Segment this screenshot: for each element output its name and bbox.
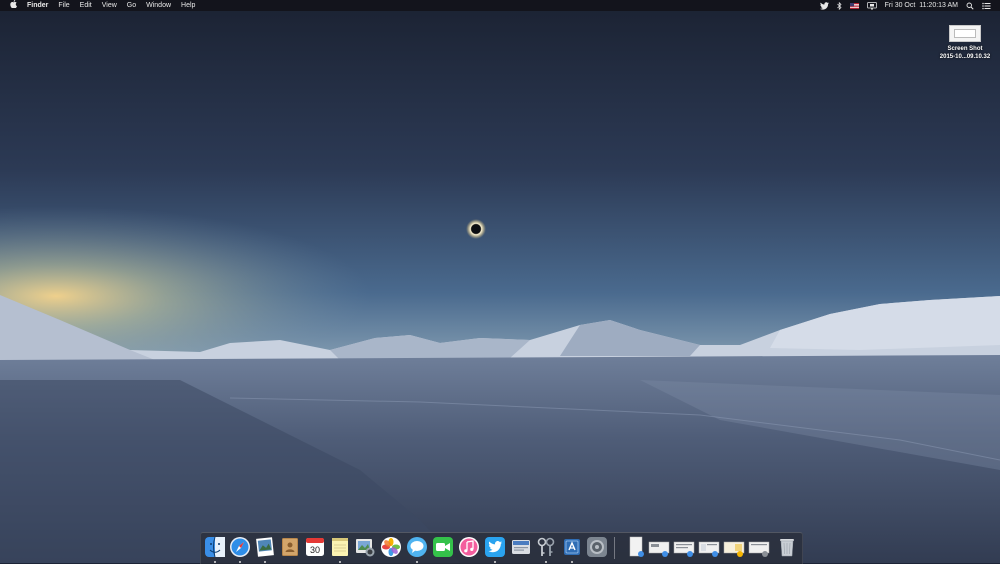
dock-finder-icon[interactable] bbox=[204, 536, 226, 563]
dock-trash-icon[interactable] bbox=[776, 536, 798, 558]
dock-photos-icon[interactable] bbox=[380, 536, 402, 558]
dock-minimized-window-icon[interactable] bbox=[723, 536, 745, 558]
dock-messages-icon[interactable] bbox=[406, 536, 428, 563]
twitter-icon[interactable] bbox=[819, 1, 829, 10]
dock-notes-icon[interactable] bbox=[329, 536, 351, 563]
bluetooth-icon[interactable] bbox=[836, 1, 842, 10]
dock-minimized-window-icon[interactable] bbox=[648, 536, 670, 558]
menu-view[interactable]: View bbox=[102, 0, 117, 11]
calendar-day: 30 bbox=[310, 545, 320, 555]
us-flag-icon[interactable] bbox=[849, 2, 859, 9]
spotlight-search-icon[interactable] bbox=[966, 2, 974, 10]
menu-go[interactable]: Go bbox=[127, 0, 136, 11]
dock: 30 bbox=[200, 532, 803, 564]
dock-safari-icon[interactable] bbox=[229, 536, 251, 563]
screenshot-thumbnail bbox=[949, 25, 981, 42]
dock-minimized-window-icon[interactable] bbox=[698, 536, 720, 558]
dock-minimized-window-icon[interactable] bbox=[748, 536, 770, 558]
menu-clock[interactable]: Fri 30 Oct 11:20:13 AM bbox=[885, 0, 958, 11]
menu-window[interactable]: Window bbox=[146, 0, 171, 11]
dock-itunes-icon[interactable] bbox=[458, 536, 480, 558]
display-icon[interactable] bbox=[866, 1, 877, 10]
dock-minimized-window-icon[interactable] bbox=[673, 536, 695, 558]
dock-document-icon[interactable] bbox=[625, 536, 647, 558]
menu-help[interactable]: Help bbox=[181, 0, 195, 11]
apple-menu-icon[interactable] bbox=[10, 0, 17, 11]
menu-edit[interactable]: Edit bbox=[80, 0, 92, 11]
menu-bar: Finder File Edit View Go Window Help Fri… bbox=[0, 0, 1000, 11]
dock-calendar-icon[interactable]: 30 bbox=[304, 536, 326, 558]
dock-image-capture-icon[interactable] bbox=[354, 536, 376, 558]
dock-twitter-icon[interactable] bbox=[484, 536, 506, 563]
desktop-wallpaper bbox=[0, 0, 1000, 563]
dock-preview-icon[interactable] bbox=[254, 536, 276, 563]
dock-contacts-icon[interactable] bbox=[279, 536, 301, 558]
dock-facetime-icon[interactable] bbox=[432, 536, 454, 558]
desktop-file-label-line2: 2015-10...09.10.32 bbox=[939, 53, 991, 60]
desktop-file-label-line1: Screen Shot bbox=[947, 46, 983, 52]
menu-file[interactable]: File bbox=[58, 0, 69, 11]
dock-system-preferences-icon[interactable] bbox=[586, 536, 608, 558]
dock-xcode-icon[interactable] bbox=[561, 536, 583, 563]
desktop-file-screenshot[interactable]: Screen Shot 2015-10...09.10.32 bbox=[930, 22, 1000, 61]
app-name-finder[interactable]: Finder bbox=[27, 0, 48, 11]
dock-directory-utility-icon[interactable] bbox=[510, 536, 532, 558]
notification-center-icon[interactable] bbox=[982, 2, 991, 10]
dock-separator bbox=[614, 537, 615, 559]
dock-keychain-access-icon[interactable] bbox=[535, 536, 557, 563]
